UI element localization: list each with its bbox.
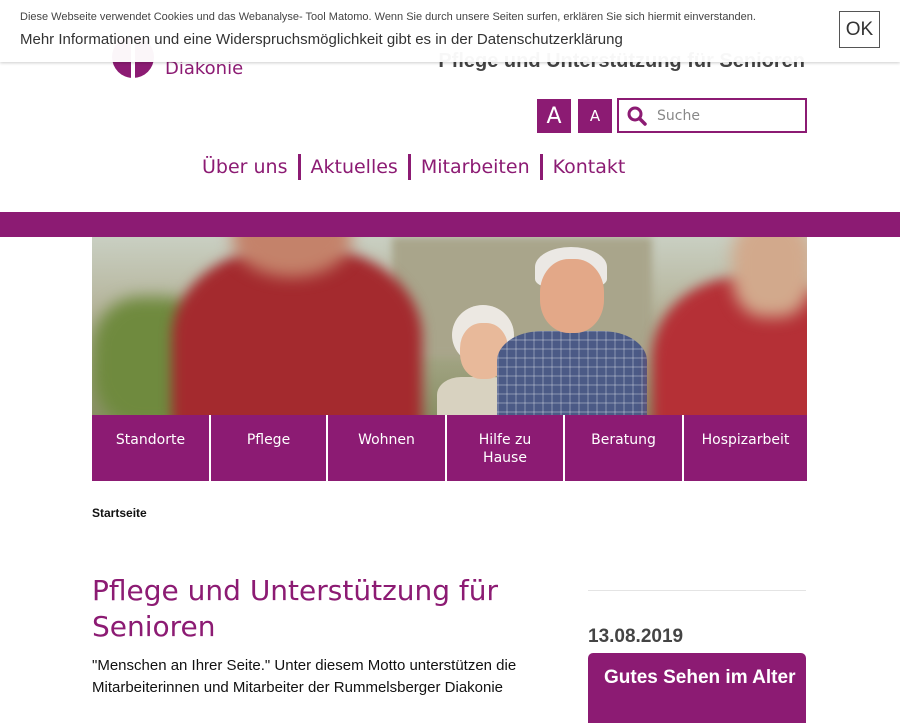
subnav-item-hospizarbeit[interactable]: Hospizarbeit [682,415,807,481]
subnav-item-pflege[interactable]: Pflege [209,415,326,481]
main-navigation: Über uns Aktuelles Mitarbeiten Kontakt [192,154,635,180]
sub-navigation: Standorte Pflege Wohnen Hilfe zu Hause B… [92,415,807,481]
font-size-large-button[interactable]: A [537,99,571,133]
subnav-item-hilfe-zu-hause[interactable]: Hilfe zu Hause [445,415,563,481]
cookie-banner: Diese Webseite verwendet Cookies und das… [0,0,900,62]
page-title: Pflege und Unterstützung für Senioren [92,574,499,643]
sidebar-divider [588,590,806,591]
news-card[interactable]: Gutes Sehen im Alter [588,653,806,723]
search-input[interactable] [655,106,799,125]
search-icon[interactable] [627,106,647,126]
nav-item-aktuelles[interactable]: Aktuelles [297,154,408,180]
cookie-privacy-link[interactable]: Mehr Informationen und eine Widerspruchs… [20,31,623,48]
font-size-small-button[interactable]: A [578,99,612,133]
breadcrumb-home[interactable]: Startseite [92,506,147,520]
header-band [0,212,900,237]
nav-item-ueber-uns[interactable]: Über uns [192,154,298,180]
cookie-ok-button[interactable]: OK [839,11,880,48]
hero-image [92,237,807,415]
nav-item-mitarbeiten[interactable]: Mitarbeiten [407,154,540,180]
search-box[interactable] [617,98,807,133]
nav-item-kontakt[interactable]: Kontakt [539,154,636,180]
news-title[interactable]: Gutes Sehen im Alter [604,663,804,693]
subnav-item-standorte[interactable]: Standorte [92,415,209,481]
cookie-text: Diese Webseite verwendet Cookies und das… [20,11,756,23]
intro-text: "Menschen an Ihrer Seite." Unter diesem … [92,657,517,696]
subnav-item-wohnen[interactable]: Wohnen [326,415,445,481]
subnav-item-beratung[interactable]: Beratung [563,415,682,481]
news-date: 13.08.2019 [588,626,684,647]
